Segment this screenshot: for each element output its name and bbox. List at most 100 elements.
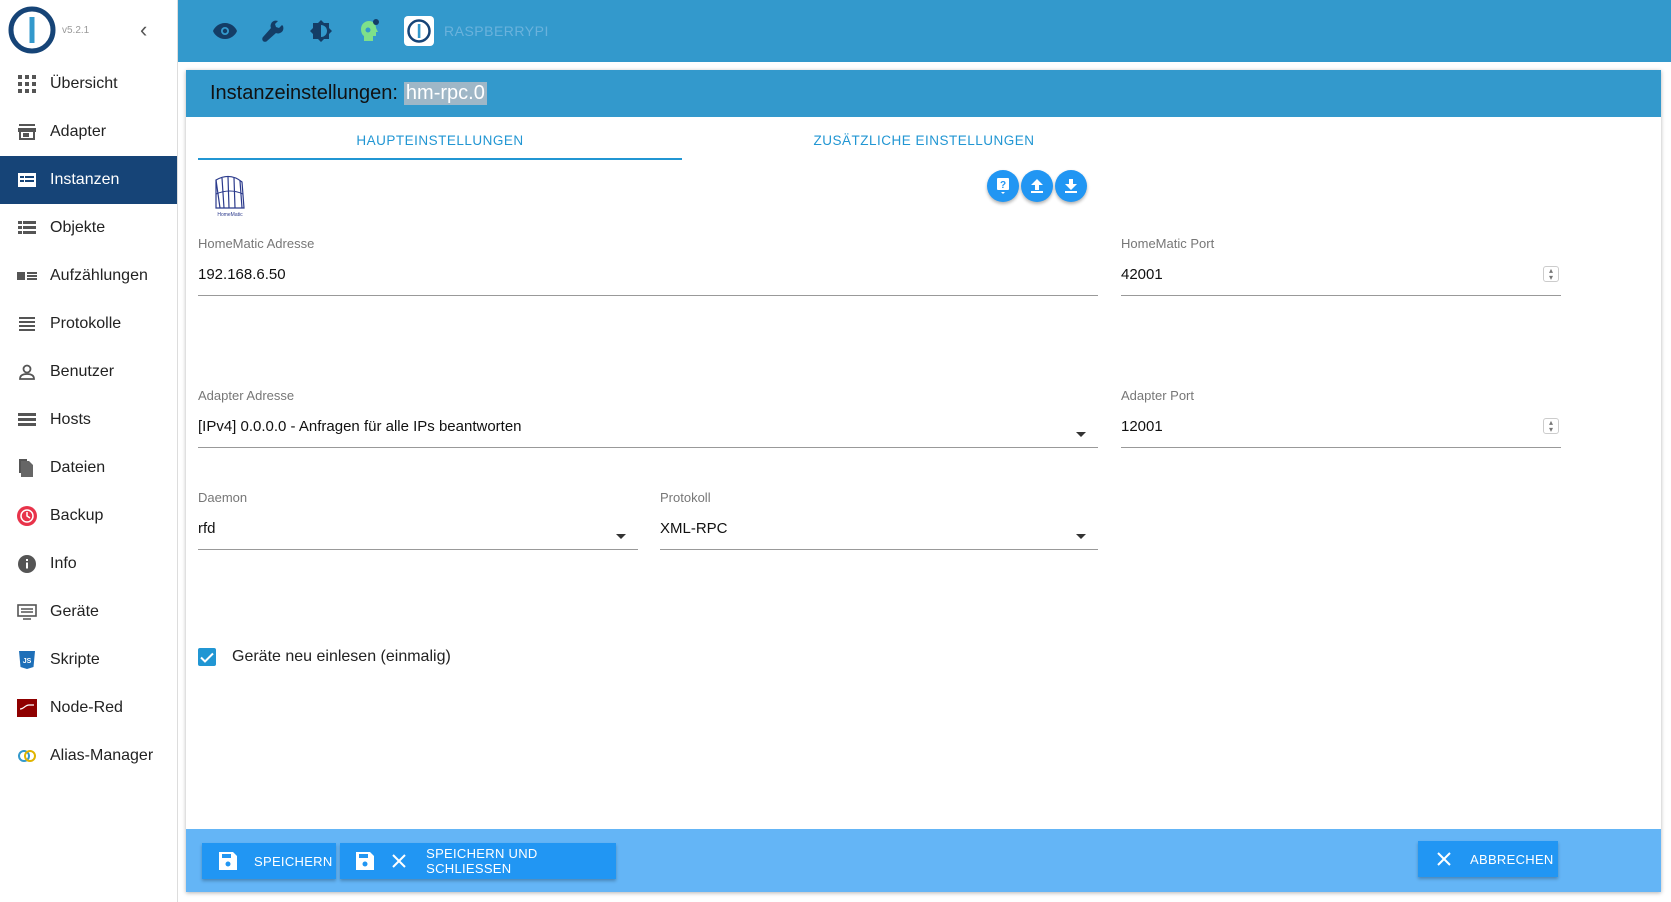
download-button[interactable] xyxy=(1055,170,1087,202)
dropdown-arrow-icon[interactable] xyxy=(1076,534,1086,539)
sidebar-item-adapter[interactable]: Adapter xyxy=(0,108,177,156)
field-value[interactable]: 42001 xyxy=(1121,266,1561,288)
save-label: SPEICHERN xyxy=(254,853,333,869)
field-label: Daemon xyxy=(198,490,248,505)
sidebar-item-uebersicht[interactable]: Übersicht xyxy=(0,60,177,108)
grid-icon xyxy=(16,73,38,95)
top-toolbar: RASPBERRYPI xyxy=(178,0,1671,62)
field-value[interactable]: [IPv4] 0.0.0.0 - Anfragen für alle IPs b… xyxy=(198,418,1098,440)
storage-icon xyxy=(16,409,38,431)
upload-icon xyxy=(1031,179,1043,193)
wrench-icon[interactable] xyxy=(260,18,286,44)
dialog-title-instance: hm-rpc.0 xyxy=(403,82,487,105)
dropdown-arrow-icon[interactable] xyxy=(1076,432,1086,437)
field-underline xyxy=(1121,447,1561,448)
sidebar-item-dateien[interactable]: Dateien xyxy=(0,444,177,492)
sidebar-item-geraete[interactable]: Geräte xyxy=(0,588,177,636)
sidebar-item-objekte[interactable]: Objekte xyxy=(0,204,177,252)
sidebar-item-label: Aufzählungen xyxy=(50,267,148,284)
reload-devices-row[interactable]: Geräte neu einlesen (einmalig) xyxy=(198,648,451,666)
field-underline xyxy=(660,549,1098,550)
protocol-select[interactable]: Protokoll XML-RPC xyxy=(660,490,1098,550)
enum-icon xyxy=(16,265,38,287)
lines-icon xyxy=(16,313,38,335)
dialog-title: Instanzeinstellungen: hm-rpc.0 xyxy=(186,70,1661,117)
save-button[interactable]: SPEICHERN xyxy=(202,843,336,879)
field-label: HomeMatic Adresse xyxy=(198,236,315,251)
field-value[interactable]: XML-RPC xyxy=(660,520,1098,542)
iobroker-logo[interactable] xyxy=(7,5,57,55)
sidebar-item-hosts[interactable]: Hosts xyxy=(0,396,177,444)
adapter-port-field[interactable]: Adapter Port 12001 ▴ ▾ xyxy=(1121,388,1561,448)
sidebar-item-label: Skripte xyxy=(50,651,100,668)
sidebar-item-node-red[interactable]: Node-Red xyxy=(0,684,177,732)
devices-icon xyxy=(16,601,38,623)
person-icon xyxy=(16,361,38,383)
homematic-address-field[interactable]: HomeMatic Adresse 192.168.6.50 xyxy=(198,236,1098,296)
upload-button[interactable] xyxy=(1021,170,1053,202)
close-icon xyxy=(1418,852,1470,866)
svg-text:HomeMatic: HomeMatic xyxy=(217,212,243,218)
sidebar-header: v5.2.1 ‹ xyxy=(0,0,177,60)
sidebar-item-label: Info xyxy=(50,555,77,572)
sidebar-item-label: Benutzer xyxy=(50,363,115,380)
svg-text:JS: JS xyxy=(23,658,32,665)
store-icon xyxy=(16,121,38,143)
host-name: RASPBERRYPI xyxy=(444,23,549,39)
help-button[interactable]: ? xyxy=(987,170,1019,202)
sidebar-item-benutzer[interactable]: Benutzer xyxy=(0,348,177,396)
info-icon xyxy=(16,553,38,575)
dialog-title-prefix: Instanzeinstellungen: xyxy=(210,82,398,104)
cancel-button[interactable]: ABBRECHEN xyxy=(1418,841,1558,877)
node-red-icon xyxy=(16,697,38,719)
brightness-icon[interactable] xyxy=(308,18,334,44)
sidebar-item-backup[interactable]: Backup xyxy=(0,492,177,540)
field-label: HomeMatic Port xyxy=(1121,236,1215,251)
settings-tabs: HAUPTEINSTELLUNGEN ZUSÄTZLICHE EINSTELLU… xyxy=(198,122,1638,160)
sidebar-item-instanzen[interactable]: Instanzen xyxy=(0,156,177,204)
field-value[interactable]: rfd xyxy=(198,520,638,542)
homematic-port-field[interactable]: HomeMatic Port 42001 ▴ ▾ xyxy=(1121,236,1561,296)
sidebar-item-aufzaehlungen[interactable]: Aufzählungen xyxy=(0,252,177,300)
adapter-address-select[interactable]: Adapter Adresse [IPv4] 0.0.0.0 - Anfrage… xyxy=(198,388,1098,448)
field-value[interactable]: 192.168.6.50 xyxy=(198,266,1098,288)
field-label: Adapter Port xyxy=(1121,388,1194,403)
reload-devices-label: Geräte neu einlesen (einmalig) xyxy=(232,648,451,665)
field-underline xyxy=(198,295,1098,296)
tab-haupteinstellungen[interactable]: HAUPTEINSTELLUNGEN xyxy=(198,122,682,160)
eye-icon[interactable] xyxy=(212,18,238,44)
field-value[interactable]: 12001 xyxy=(1121,418,1561,440)
sidebar-item-protokolle[interactable]: Protokolle xyxy=(0,300,177,348)
svg-text:?: ? xyxy=(1000,180,1006,191)
expert-mode-icon[interactable] xyxy=(356,18,382,44)
field-underline xyxy=(1121,295,1561,296)
check-icon xyxy=(200,652,214,663)
dialog-footer: SPEICHERN SPEICHERN UND SCHLIESSEN ABBRE… xyxy=(186,829,1661,892)
save-icon xyxy=(202,852,254,870)
javascript-icon: JS xyxy=(16,649,38,671)
sidebar-item-label: Dateien xyxy=(50,459,106,476)
save-and-close-label: SPEICHERN UND SCHLIESSEN xyxy=(426,846,538,876)
port-stepper[interactable]: ▴ ▾ xyxy=(1543,418,1559,434)
field-underline xyxy=(198,447,1098,448)
sidebar-item-alias-manager[interactable]: Alias-Manager xyxy=(0,732,177,780)
daemon-select[interactable]: Daemon rfd xyxy=(198,490,638,550)
dropdown-arrow-icon[interactable] xyxy=(616,534,626,539)
alias-icon xyxy=(16,745,38,767)
sidebar-item-label: Übersicht xyxy=(50,75,118,92)
collapse-sidebar-button[interactable]: ‹ xyxy=(140,19,147,41)
instance-settings-dialog: Instanzeinstellungen: hm-rpc.0 HAUPTEINS… xyxy=(186,70,1661,892)
cancel-label: ABBRECHEN xyxy=(1470,851,1554,867)
save-and-close-button[interactable]: SPEICHERN UND SCHLIESSEN xyxy=(340,843,616,879)
reload-devices-checkbox[interactable] xyxy=(198,648,216,666)
help-icon: ? xyxy=(997,178,1009,194)
sidebar-item-label: Hosts xyxy=(50,411,91,428)
tab-zusaetzliche-einstellungen[interactable]: ZUSÄTZLICHE EINSTELLUNGEN xyxy=(682,122,1166,160)
port-stepper[interactable]: ▴ ▾ xyxy=(1543,266,1559,282)
sidebar-item-skripte[interactable]: JS Skripte xyxy=(0,636,177,684)
sidebar-item-label: Objekte xyxy=(50,219,106,236)
sidebar-item-label: Adapter xyxy=(50,123,107,140)
sidebar-item-label: Alias-Manager xyxy=(50,747,154,764)
sidebar-item-info[interactable]: Info xyxy=(0,540,177,588)
field-underline xyxy=(198,549,638,550)
